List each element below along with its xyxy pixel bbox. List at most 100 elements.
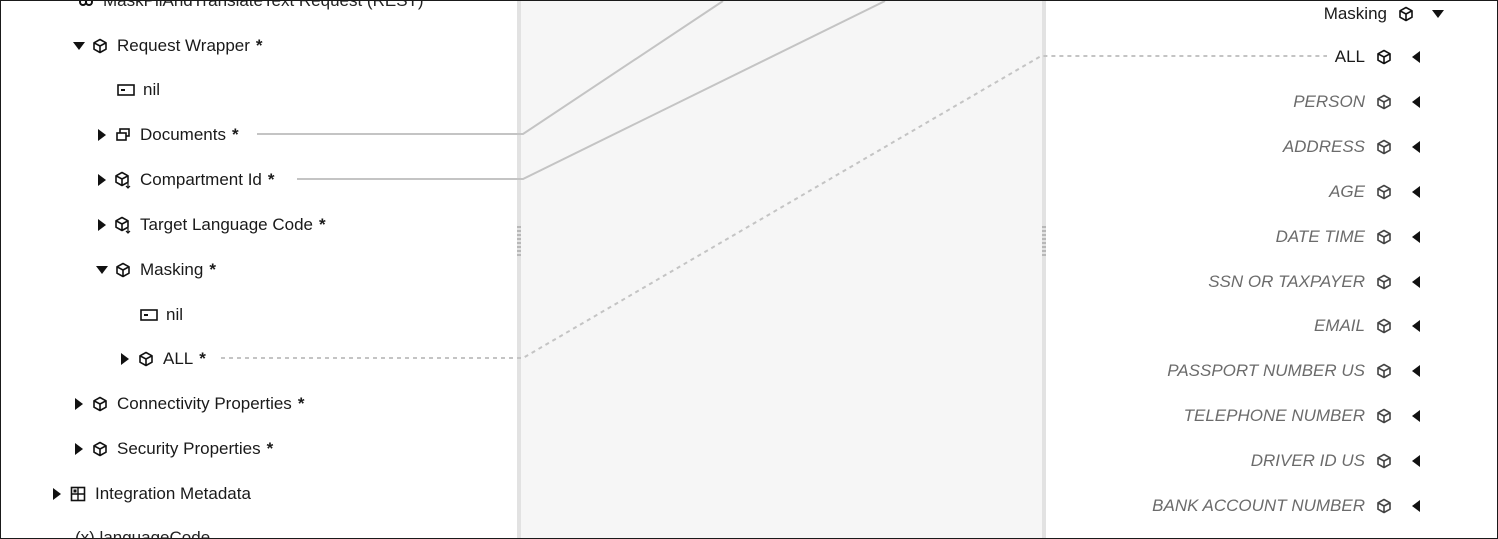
target-row-all[interactable]: ALL — [1334, 44, 1423, 70]
tree-row-integration-metadata[interactable]: Integration Metadata — [51, 481, 255, 507]
target-label: AGE — [1329, 182, 1365, 201]
tree-row-masking-nil[interactable]: nil — [140, 302, 188, 328]
required-marker: * — [267, 170, 275, 189]
cube-icon — [1375, 317, 1393, 335]
expand-toggle[interactable] — [1409, 186, 1423, 198]
target-row-person[interactable]: PERSON — [1293, 89, 1423, 115]
tree-row-all[interactable]: ALL * — [119, 346, 210, 372]
caret-right-icon[interactable] — [98, 129, 106, 141]
caret-right-icon[interactable] — [121, 353, 129, 365]
expand-toggle[interactable] — [1409, 455, 1423, 467]
required-marker: * — [231, 125, 239, 144]
tree-row-compartment-id[interactable]: Compartment Id * — [96, 167, 279, 193]
caret-right-icon[interactable] — [75, 443, 83, 455]
tree-label-compartment-id: Compartment Id — [140, 170, 262, 189]
caret-left-icon[interactable] — [1412, 141, 1420, 153]
caret-right-icon[interactable] — [98, 174, 106, 186]
caret-left-icon[interactable] — [1412, 276, 1420, 288]
tree-label-security-properties: Security Properties — [117, 439, 261, 458]
expand-toggle[interactable] — [1409, 410, 1423, 422]
target-label: TELEPHONE NUMBER — [1183, 406, 1365, 425]
target-row-bank-account-number[interactable]: BANK ACCOUNT NUMBER — [1152, 493, 1423, 519]
target-row-date-time[interactable]: DATE TIME — [1275, 224, 1423, 250]
caret-left-icon[interactable] — [1412, 365, 1420, 377]
cube-icon — [91, 37, 109, 55]
cube-icon — [1375, 138, 1393, 156]
caret-left-icon[interactable] — [1412, 186, 1420, 198]
tree-row-connectivity-properties[interactable]: Connectivity Properties * — [73, 391, 309, 417]
expand-toggle[interactable] — [51, 488, 63, 500]
tree-label-masking-nil: nil — [166, 305, 184, 324]
caret-left-icon[interactable] — [1412, 96, 1420, 108]
expand-toggle[interactable] — [1409, 51, 1423, 63]
collapse-toggle[interactable] — [73, 40, 85, 52]
expand-toggle[interactable] — [119, 353, 131, 365]
expand-toggle[interactable] — [96, 174, 108, 186]
target-row-email[interactable]: EMAIL — [1313, 313, 1423, 339]
tree-label-all: ALL — [163, 349, 194, 368]
expand-toggle[interactable] — [1409, 365, 1423, 377]
target-row-address[interactable]: ADDRESS — [1282, 134, 1423, 160]
metadata-icon — [69, 485, 87, 503]
tree-label-nil: nil — [143, 80, 161, 99]
target-label: DRIVER ID US — [1250, 451, 1365, 470]
caret-down-icon[interactable] — [73, 42, 85, 50]
cube-icon — [1375, 362, 1393, 380]
caret-right-icon[interactable] — [53, 488, 61, 500]
tree-row-masking[interactable]: Masking * — [96, 257, 220, 283]
target-label: ADDRESS — [1282, 137, 1365, 156]
cube-icon — [91, 440, 109, 458]
right-splitter[interactable] — [1042, 1, 1046, 538]
target-row-driver-id-us[interactable]: DRIVER ID US — [1250, 448, 1423, 474]
tree-label-request-wrapper: Request Wrapper — [117, 36, 250, 55]
collapse-toggle[interactable] — [1431, 10, 1445, 18]
expand-toggle[interactable] — [1409, 141, 1423, 153]
collapse-toggle[interactable] — [96, 264, 108, 276]
caret-down-icon[interactable] — [96, 266, 108, 274]
target-label: BANK ACCOUNT NUMBER — [1152, 496, 1365, 515]
left-splitter-grip[interactable] — [517, 226, 521, 258]
expand-toggle[interactable] — [1409, 96, 1423, 108]
expand-toggle[interactable] — [73, 443, 85, 455]
expand-toggle[interactable] — [96, 129, 108, 141]
right-splitter-grip[interactable] — [1042, 226, 1046, 258]
left-splitter[interactable] — [517, 1, 521, 538]
caret-left-icon[interactable] — [1412, 231, 1420, 243]
expand-toggle[interactable] — [1409, 276, 1423, 288]
expand-toggle[interactable] — [1409, 500, 1423, 512]
mapper-canvas: MaskPiiAndTranslateText Request (REST) R… — [0, 0, 1498, 539]
cube-icon — [1375, 497, 1393, 515]
required-marker: * — [199, 349, 206, 368]
tree-row-root[interactable]: MaskPiiAndTranslateText Request (REST) — [77, 1, 428, 14]
expand-toggle[interactable] — [1409, 320, 1423, 332]
tree-row-language-code[interactable]: (x) languageCode — [75, 525, 215, 538]
collection-icon — [114, 126, 132, 144]
tree-label-target-language-code: Target Language Code — [140, 215, 313, 234]
target-row-masking[interactable]: Masking — [1323, 1, 1445, 27]
tree-row-request-wrapper[interactable]: Request Wrapper * — [73, 33, 267, 59]
caret-left-icon[interactable] — [1412, 500, 1420, 512]
caret-right-icon[interactable] — [75, 398, 83, 410]
target-row-passport-number-us[interactable]: PASSPORT NUMBER US — [1167, 358, 1423, 384]
caret-left-icon[interactable] — [1412, 51, 1420, 63]
caret-left-icon[interactable] — [1412, 320, 1420, 332]
target-row-ssn-or-taxpayer[interactable]: SSN OR TAXPAYER — [1208, 269, 1423, 295]
expand-toggle[interactable] — [96, 219, 108, 231]
tree-row-target-language-code[interactable]: Target Language Code * — [96, 212, 330, 238]
caret-down-icon[interactable] — [1432, 10, 1444, 18]
caret-left-icon[interactable] — [1412, 455, 1420, 467]
expand-toggle[interactable] — [73, 398, 85, 410]
target-label-masking: Masking — [1323, 4, 1387, 23]
tree-row-nil[interactable]: nil — [117, 77, 165, 103]
cube-icon — [91, 395, 109, 413]
tree-row-security-properties[interactable]: Security Properties * — [73, 436, 278, 462]
required-marker: * — [209, 260, 216, 279]
target-row-age[interactable]: AGE — [1329, 179, 1423, 205]
cube-icon — [1397, 5, 1415, 23]
target-row-telephone-number[interactable]: TELEPHONE NUMBER — [1183, 403, 1423, 429]
tree-row-documents[interactable]: Documents * — [96, 122, 243, 148]
cube-icon — [1375, 48, 1393, 66]
caret-right-icon[interactable] — [98, 219, 106, 231]
expand-toggle[interactable] — [1409, 231, 1423, 243]
caret-left-icon[interactable] — [1412, 410, 1420, 422]
